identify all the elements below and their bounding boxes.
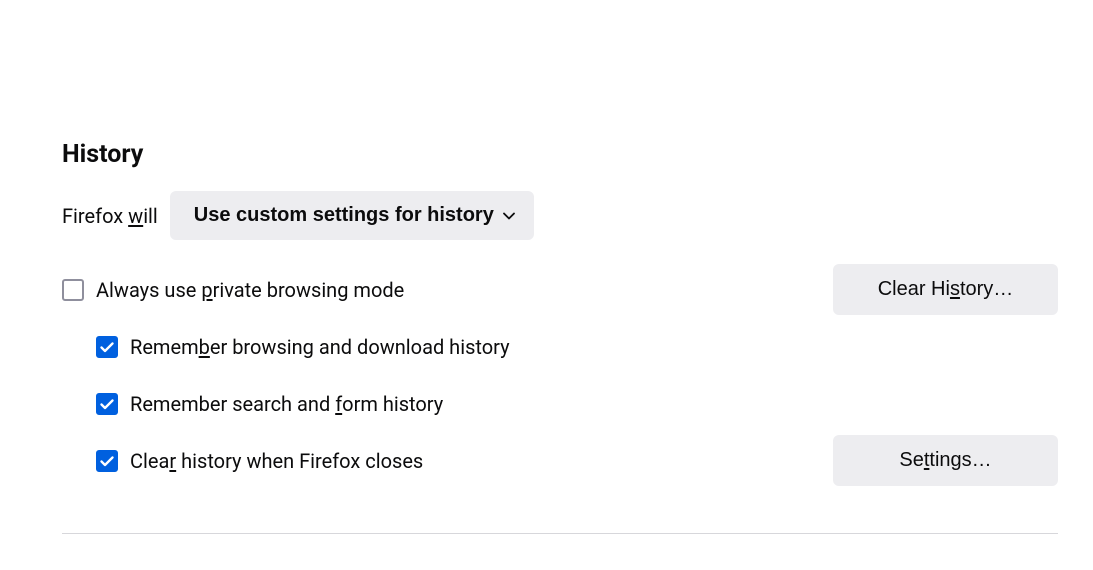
history-options: Clear History… Settings… Always use priv… bbox=[62, 278, 1058, 473]
remember-search-label: Remember search and form history bbox=[130, 392, 443, 416]
remember-browsing-label: Remember browsing and download history bbox=[130, 335, 510, 359]
section-title-history: History bbox=[62, 140, 1058, 169]
clear-history-button[interactable]: Clear History… bbox=[833, 264, 1058, 315]
history-mode-label: Firefox will bbox=[62, 204, 158, 228]
private-browsing-label: Always use private browsing mode bbox=[96, 278, 404, 302]
private-browsing-checkbox[interactable] bbox=[62, 279, 84, 301]
clear-on-close-label: Clear history when Firefox closes bbox=[130, 449, 423, 473]
history-mode-row: Firefox will Use custom settings for his… bbox=[62, 191, 1058, 240]
chevron-down-icon bbox=[502, 209, 516, 223]
clear-on-close-settings-button[interactable]: Settings… bbox=[833, 435, 1058, 486]
remember-browsing-checkbox[interactable] bbox=[96, 336, 118, 358]
clear-on-close-checkbox[interactable] bbox=[96, 450, 118, 472]
section-divider bbox=[62, 533, 1058, 534]
history-mode-dropdown[interactable]: Use custom settings for history bbox=[170, 191, 534, 240]
history-mode-selected: Use custom settings for history bbox=[194, 204, 494, 227]
remember-search-checkbox[interactable] bbox=[96, 393, 118, 415]
side-buttons: Clear History… Settings… bbox=[833, 264, 1058, 486]
